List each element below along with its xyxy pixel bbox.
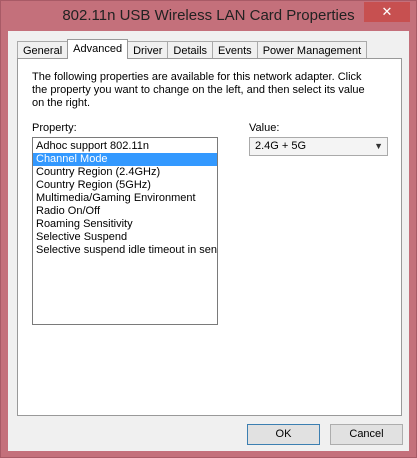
properties-window: 802.11n USB Wireless LAN Card Properties… [0,0,417,458]
tab-details[interactable]: Details [167,41,214,59]
list-item[interactable]: Selective suspend idle timeout in seno [33,244,217,257]
cancel-button[interactable]: Cancel [330,424,403,445]
title-bar[interactable]: 802.11n USB Wireless LAN Card Properties… [1,1,416,31]
list-item[interactable]: Adhoc support 802.11n [33,140,217,153]
close-icon: ✕ [381,4,393,19]
property-label: Property: [32,122,77,134]
window-title: 802.11n USB Wireless LAN Card Properties [62,7,355,24]
tab-general[interactable]: General [17,41,69,59]
property-listbox[interactable]: Adhoc support 802.11n Channel Mode Count… [32,137,218,325]
description-text: The following properties are available f… [32,71,365,109]
value-selected-text: 2.4G + 5G [255,140,307,152]
list-item[interactable]: Selective Suspend [33,231,217,244]
tab-events[interactable]: Events [212,41,258,59]
close-button[interactable]: ✕ [364,2,410,22]
ok-button[interactable]: OK [247,424,320,445]
list-item[interactable]: Channel Mode [33,153,217,166]
list-item[interactable]: Country Region (5GHz) [33,179,217,192]
value-label: Value: [249,122,280,134]
list-item[interactable]: Country Region (2.4GHz) [33,166,217,179]
value-dropdown[interactable]: 2.4G + 5G ▼ [249,137,388,156]
dialog-client: General Advanced Driver Details Events P… [8,31,409,451]
list-item[interactable]: Roaming Sensitivity [33,218,217,231]
list-item[interactable]: Radio On/Off [33,205,217,218]
tab-advanced[interactable]: Advanced [67,39,129,59]
list-item[interactable]: Multimedia/Gaming Environment [33,192,217,205]
chevron-down-icon: ▼ [374,141,383,151]
advanced-panel: The following properties are available f… [17,58,402,416]
tab-strip: General Advanced Driver Details Events P… [17,39,368,59]
tab-driver[interactable]: Driver [127,41,169,59]
tab-power-management[interactable]: Power Management [256,41,368,59]
